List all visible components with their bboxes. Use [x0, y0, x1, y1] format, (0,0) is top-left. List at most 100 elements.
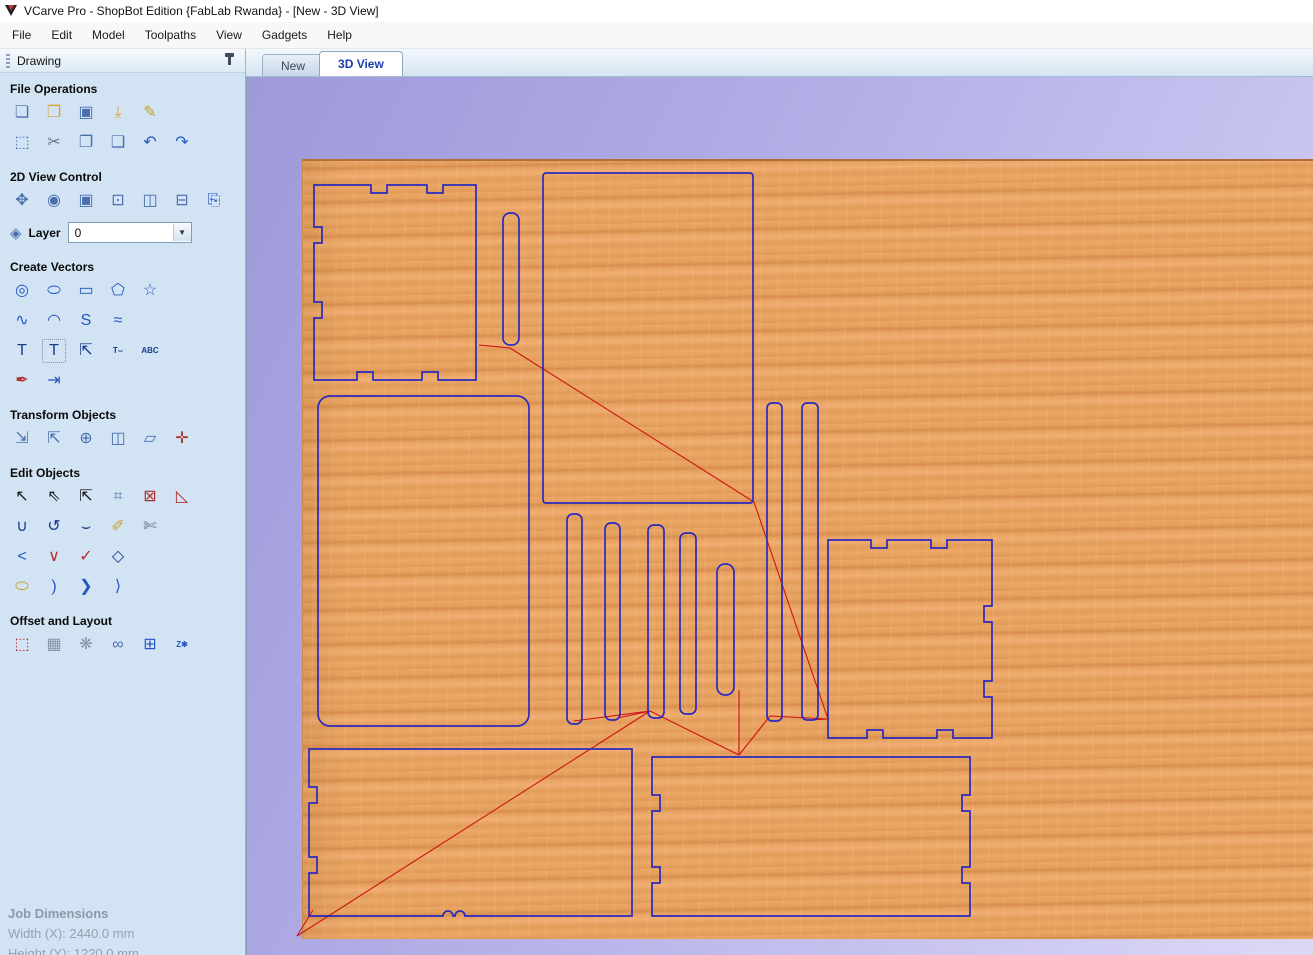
menu-item-model[interactable]: Model [82, 23, 135, 47]
draw-polygon-icon[interactable]: ⬠ [106, 279, 130, 303]
circular-copy-icon[interactable]: ❋ [74, 633, 98, 657]
move-selection-icon[interactable]: ⇲ [10, 427, 34, 451]
tab-3d-view[interactable]: 3D View [319, 51, 403, 76]
chamfer-icon[interactable]: ∨ [42, 545, 66, 569]
arc-tool-2-icon[interactable]: ❯ [74, 575, 98, 599]
draw-circle-icon[interactable]: ◎ [10, 279, 34, 303]
paste-icon[interactable]: ❑ [106, 131, 130, 155]
job-dimensions-heading: Job Dimensions [8, 906, 109, 921]
array-copy-icon[interactable]: ▦ [42, 633, 66, 657]
set-size-icon[interactable]: ⇱ [42, 427, 66, 451]
panel-grip-icon[interactable] [6, 53, 10, 68]
job-height: Height (Y): 1220.0 mm [8, 946, 139, 955]
menu-item-view[interactable]: View [206, 23, 252, 47]
draw-rectangle-icon[interactable]: ▭ [74, 279, 98, 303]
icon-row: ↖ ⇖ ⇱ ⌗ ⊠ ◺ [10, 485, 235, 509]
text-on-curve-icon[interactable]: T⌣ [106, 339, 130, 363]
distort-icon[interactable]: ▱ [138, 427, 162, 451]
copy-along-vector-icon[interactable]: ∞ [106, 633, 130, 657]
dimension-icon[interactable]: ✒ [10, 369, 34, 393]
cut-icon[interactable]: ✂ [42, 131, 66, 155]
draw-text-box-icon[interactable]: T [42, 339, 66, 363]
dogbone-fillet-icon[interactable]: ◇ [106, 545, 130, 569]
rotate-icon[interactable]: ✛ [170, 427, 194, 451]
text-select-icon[interactable]: ⇱ [74, 339, 98, 363]
node-editing-icon[interactable]: ⇖ [42, 485, 66, 509]
pin-icon[interactable] [225, 52, 234, 65]
layer-select[interactable]: 0 ▼ [67, 222, 192, 243]
draw-arc-icon[interactable]: ◠ [42, 309, 66, 333]
measure-tool-icon[interactable]: ◺ [170, 485, 194, 509]
section-heading: File Operations [10, 82, 98, 96]
select-vectors-icon[interactable]: ↖ [10, 485, 34, 509]
viewport-3d[interactable] [246, 77, 1313, 955]
menu-item-help[interactable]: Help [317, 23, 362, 47]
nest-parts-icon[interactable]: ⊞ [138, 633, 162, 657]
offset-vectors-icon[interactable]: ⬚ [10, 633, 34, 657]
switch-view-icon[interactable]: ⎘ [202, 189, 226, 213]
sidebar-section: Edit Objects ↖ ⇖ ⇱ ⌗ ⊠ ◺ ∪ ↺ ⌣ ✐ ✄ < ∨ ✓ ◇ ⬭) ❯ ⟩ [0, 457, 245, 599]
grid-numbers-icon[interactable]: ⌗ [106, 485, 130, 509]
export-vectors-icon[interactable]: ✎ [138, 101, 162, 125]
chevron-down-icon[interactable]: ▼ [172, 224, 191, 241]
drawing-panel-header[interactable]: Drawing [0, 49, 245, 73]
vector-part-outline [679, 532, 697, 715]
job-dimensions: Job Dimensions Width (X): 2440.0 mm Heig… [8, 904, 139, 955]
rapid-move-line [769, 715, 829, 720]
draw-ellipse-icon[interactable]: ⬭ [42, 279, 66, 303]
zoom-interactive-icon[interactable]: ◉ [42, 189, 66, 213]
rapid-move-line [478, 344, 511, 349]
drawing-panel: Drawing File Operations ❏ ❒ ▣ ⤓ ✎ ⬚ ✂ ❐ ❑ ↶ ↷ 2D Vie… [0, 49, 246, 955]
save-file-icon[interactable]: ▣ [74, 101, 98, 125]
mirror-icon[interactable]: ◫ [106, 427, 130, 451]
zoom-box-icon[interactable]: ▣ [74, 189, 98, 213]
import-vectors-icon[interactable]: ⤓ [106, 101, 130, 125]
undo-icon[interactable]: ↶ [138, 131, 162, 155]
open-file-icon[interactable]: ❒ [42, 101, 66, 125]
menu-item-edit[interactable]: Edit [41, 23, 82, 47]
arc-tool-3-icon[interactable]: ⟩ [106, 575, 130, 599]
copy-icon[interactable]: ❐ [74, 131, 98, 155]
new-file-icon[interactable]: ❏ [10, 101, 34, 125]
vector-texture-icon[interactable]: ≈ [106, 309, 130, 333]
layers-icon: ◈ [10, 224, 22, 242]
trim-vectors-icon[interactable]: ✐ [106, 515, 130, 539]
tab-new[interactable]: New [262, 54, 325, 76]
draw-star-icon[interactable]: ☆ [138, 279, 162, 303]
join-vectors-icon[interactable]: ∪ [10, 515, 34, 539]
pan-view-icon[interactable]: ✥ [10, 189, 34, 213]
interactive-trim-icon[interactable]: ✄ [138, 515, 162, 539]
zoom-extents-icon[interactable]: ⊟ [170, 189, 194, 213]
draw-polyline-icon[interactable]: S [74, 309, 98, 333]
draw-curve-icon[interactable]: ∿ [10, 309, 34, 333]
rapid-move-line [753, 501, 829, 720]
interactive-selection-icon[interactable]: ⇱ [74, 485, 98, 509]
job-setup-icon[interactable]: ⬚ [10, 131, 34, 155]
convert-text-to-curves-icon[interactable]: ABC [138, 339, 162, 363]
rapid-move-line [296, 710, 651, 937]
vector-part-outline [317, 395, 530, 727]
dashed-ellipse-icon[interactable]: ⬭ [10, 575, 34, 599]
nesting-icon[interactable]: Z✱ [170, 633, 194, 657]
fit-curves-icon[interactable]: ⌣ [74, 515, 98, 539]
align-objects-icon[interactable]: ⊕ [74, 427, 98, 451]
menu-item-gadgets[interactable]: Gadgets [252, 23, 317, 47]
menu-item-file[interactable]: File [2, 23, 41, 47]
zoom-selection-icon[interactable]: ◫ [138, 189, 162, 213]
redo-icon[interactable]: ↷ [170, 131, 194, 155]
vector-part-outline-fingers [308, 748, 633, 917]
rapid-move-line [649, 710, 740, 756]
close-vector-icon[interactable]: ↺ [42, 515, 66, 539]
section-heading: Create Vectors [10, 260, 95, 274]
zoom-drawing-icon[interactable]: ⊡ [106, 189, 130, 213]
icon-row: ✒ ⇥ [10, 369, 235, 393]
rapid-move-line [509, 347, 755, 503]
extend-vector-icon[interactable]: ✓ [74, 545, 98, 569]
arc-tool-1-icon[interactable]: ) [42, 575, 66, 599]
menu-item-toolpaths[interactable]: Toolpaths [135, 23, 206, 47]
measure-icon[interactable]: ⇥ [42, 369, 66, 393]
delete-object-icon[interactable]: ⊠ [138, 485, 162, 509]
fillet-icon[interactable]: < [10, 545, 34, 569]
section-heading: Offset and Layout [10, 614, 113, 628]
draw-text-icon[interactable]: T [10, 339, 34, 363]
